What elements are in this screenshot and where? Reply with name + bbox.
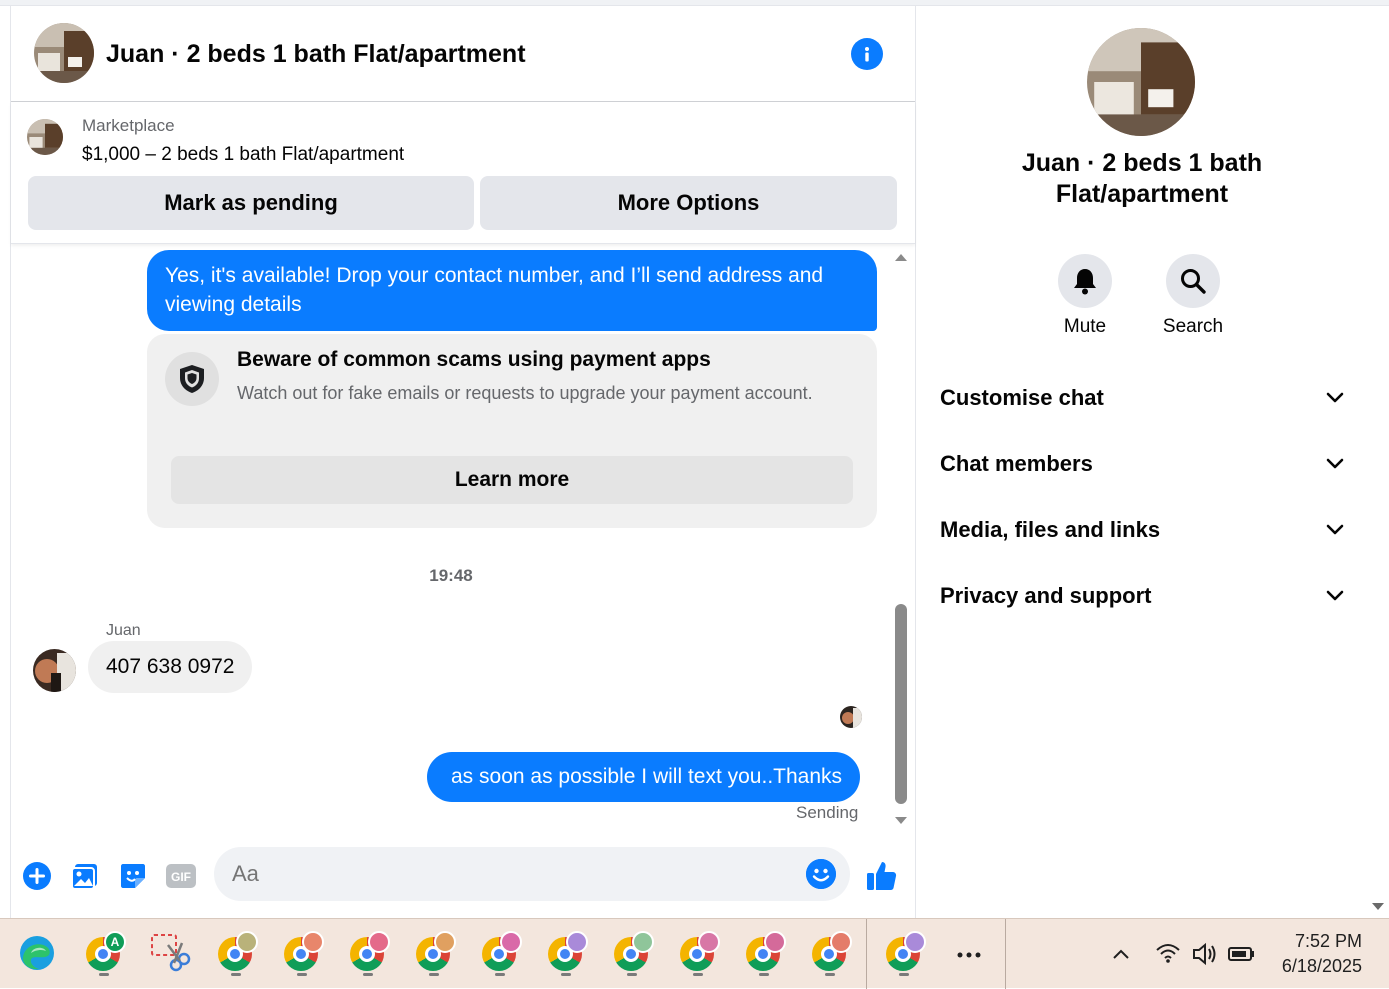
chrome-profile-icon[interactable] [412, 931, 456, 977]
clock-date: 6/18/2025 [1281, 956, 1362, 976]
section-privacy-support[interactable]: Privacy and support [940, 574, 1344, 618]
section-chat-members[interactable]: Chat members [940, 442, 1344, 486]
more-apps-icon[interactable] [948, 931, 992, 977]
message-input[interactable] [232, 861, 792, 887]
outgoing-message-pending[interactable]: as soon as possible I will text you..Tha… [427, 752, 861, 802]
mute-label: Mute [1063, 316, 1107, 337]
clock-time: 7:52 PM [1294, 931, 1362, 951]
system-clock[interactable]: 7:52 PM 6/18/2025 [1262, 929, 1362, 979]
listing-summary[interactable]: $1,000 – 2 beds 1 bath Flat/apartment [82, 144, 404, 166]
read-receipt-avatar [840, 706, 862, 728]
mute-button[interactable]: Mute [1050, 254, 1120, 338]
marketplace-label: Marketplace [82, 116, 175, 135]
conversation-details-panel: Juan · 2 beds 1 bath Flat/apartment Mute… [917, 6, 1367, 918]
composer-bar: GIF [11, 838, 915, 918]
battery-icon[interactable] [1220, 931, 1264, 977]
photo-icon[interactable] [69, 860, 101, 892]
chrome-profile-icon[interactable] [478, 931, 522, 977]
message-status: Sending [796, 803, 859, 822]
chrome-profile-icon[interactable] [610, 931, 654, 977]
page-scroll-down-icon[interactable] [1371, 902, 1385, 912]
info-icon[interactable] [851, 38, 883, 70]
marketplace-listing-bar: Marketplace $1,000 – 2 beds 1 bath Flat/… [11, 102, 915, 244]
chevron-down-icon [1326, 392, 1344, 403]
scam-warning-title: Beware of common scams using payment app… [237, 348, 711, 371]
taskbar-divider [1005, 919, 1006, 989]
chrome-profile-icon[interactable] [280, 931, 324, 977]
like-icon[interactable] [864, 858, 900, 894]
message-list: Yes, it's available! Drop your contact n… [11, 244, 915, 838]
chevron-up-icon[interactable] [1100, 931, 1144, 977]
listing-avatar[interactable] [34, 23, 94, 83]
message-timestamp: 19:48 [429, 566, 473, 585]
shield-icon [165, 352, 219, 406]
chrome-profile-icon[interactable] [808, 931, 852, 977]
svg-text:GIF: GIF [171, 870, 191, 884]
conversation-title: Juan · 2 beds 1 bath Flat/apartment [1021, 149, 1263, 208]
windows-taskbar: A 7:52 PM 6/18/2025 [0, 918, 1389, 989]
message-scrollbar[interactable] [891, 250, 911, 832]
scroll-up-icon[interactable] [894, 252, 908, 262]
incoming-message[interactable]: 407 638 0972 [88, 641, 253, 693]
chevron-down-icon [1326, 524, 1344, 535]
chrome-profile-icon[interactable] [742, 931, 786, 977]
section-media-files-links[interactable]: Media, files and links [940, 508, 1344, 552]
sticker-icon[interactable] [117, 860, 149, 892]
chrome-profile-icon[interactable] [544, 931, 588, 977]
bell-icon [1058, 254, 1112, 308]
chat-title: Juan · 2 beds 1 bath Flat/apartment [106, 40, 526, 68]
conversation-avatar[interactable] [1087, 28, 1195, 136]
emoji-icon[interactable] [806, 859, 836, 889]
chrome-profile-icon[interactable] [882, 931, 926, 977]
section-label: Chat members [940, 451, 1093, 476]
scam-warning-body: Watch out for fake emails or requests to… [237, 383, 813, 403]
chat-header: Juan · 2 beds 1 bath Flat/apartment [11, 6, 915, 102]
taskbar-divider [866, 919, 867, 989]
learn-more-button[interactable]: Learn more [171, 456, 853, 504]
plus-icon[interactable] [21, 860, 53, 892]
chrome-profile-icon[interactable] [676, 931, 720, 977]
snipping-tool-icon[interactable] [148, 931, 192, 977]
search-icon [1166, 254, 1220, 308]
section-label: Media, files and links [940, 517, 1161, 542]
listing-thumbnail[interactable] [27, 119, 63, 155]
chat-panel: Juan · 2 beds 1 bath Flat/apartment Mark… [11, 6, 916, 918]
chevron-down-icon [1326, 458, 1344, 469]
sender-name: Juan [106, 622, 141, 639]
edge-icon[interactable] [15, 931, 59, 977]
page-scrollbar[interactable] [1367, 6, 1389, 918]
search-label: Search [1162, 316, 1224, 337]
message-input-box[interactable] [214, 847, 850, 901]
section-label: Privacy and support [940, 583, 1152, 608]
sender-avatar[interactable] [33, 649, 76, 692]
chrome-profile-a-icon[interactable]: A [82, 931, 126, 977]
gif-icon[interactable]: GIF [165, 860, 197, 892]
scroll-thumb[interactable] [895, 604, 907, 804]
scam-warning-card: Beware of common scams using payment app… [147, 334, 877, 528]
scroll-down-icon[interactable] [894, 816, 908, 826]
left-edge [0, 6, 11, 918]
section-label: Customise chat [940, 385, 1104, 410]
chrome-profile-icon[interactable] [346, 931, 390, 977]
chevron-down-icon [1326, 590, 1344, 601]
search-button[interactable]: Search [1158, 254, 1228, 338]
section-customise-chat[interactable]: Customise chat [940, 376, 1344, 420]
more-options-button[interactable]: More Options [480, 176, 897, 230]
outgoing-message[interactable]: Yes, it's available! Drop your contact n… [147, 250, 877, 331]
mark-as-pending-button[interactable]: Mark as pending [28, 176, 474, 230]
chrome-profile-icon[interactable] [214, 931, 258, 977]
